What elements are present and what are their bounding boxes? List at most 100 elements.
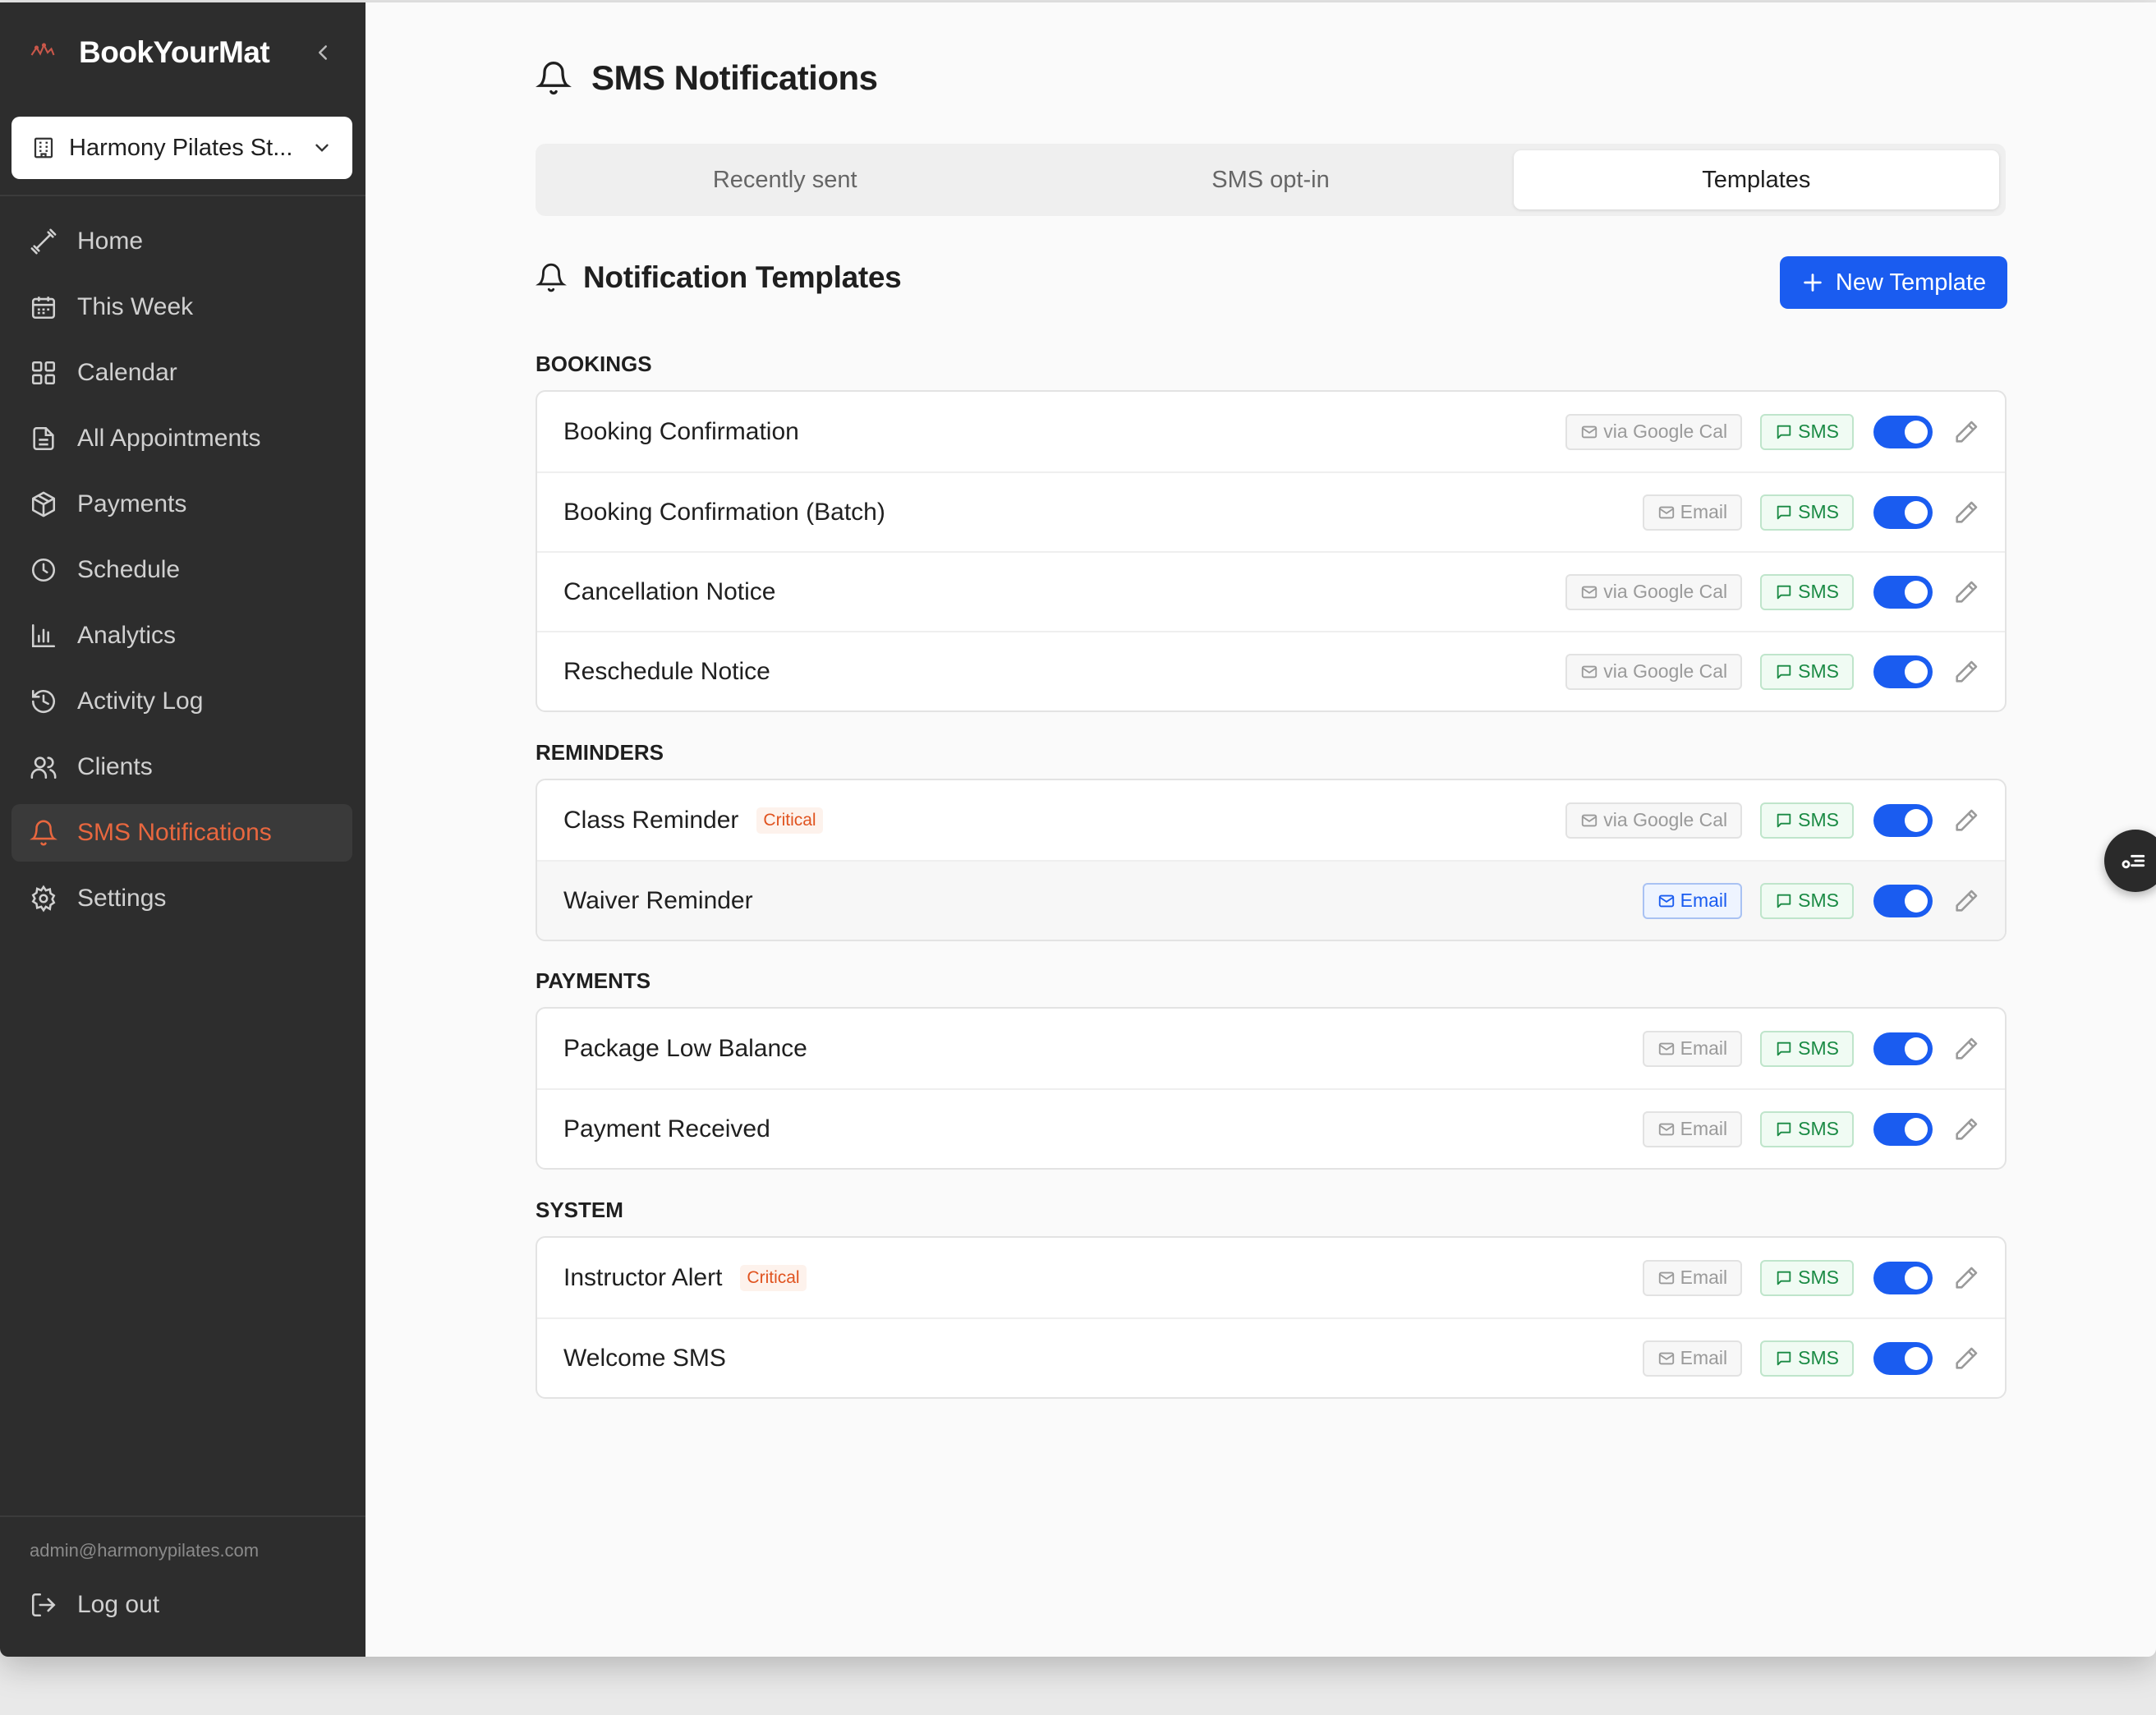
enabled-toggle[interactable] (1873, 803, 1933, 837)
template-card-payments: Package Low Balance Email SMS Payment Recei… (536, 1007, 2007, 1170)
sidebar-item-home[interactable]: Home (11, 213, 352, 270)
mail-icon (1658, 1123, 1674, 1135)
sms-channel-chip[interactable]: SMS (1760, 413, 1854, 450)
template-row[interactable]: Booking Confirmation (Batch) Email SMS (537, 471, 2005, 551)
email-channel-chip[interactable]: via Google Cal (1565, 653, 1743, 690)
mail-icon (1658, 1352, 1674, 1364)
sms-channel-chip[interactable]: SMS (1760, 1259, 1854, 1296)
sidebar-item-all-appointments[interactable]: All Appointments (11, 410, 352, 467)
sidebar: BookYourMat Harmony Pilates St... Home T… (0, 2, 365, 1657)
sms-channel-label: SMS (1798, 421, 1839, 442)
sms-channel-chip[interactable]: SMS (1760, 882, 1854, 919)
template-row[interactable]: Reschedule Notice via Google Cal SMS (537, 631, 2005, 710)
email-channel-label: via Google Cal (1603, 581, 1728, 602)
floating-action-button[interactable] (2104, 830, 2156, 892)
sidebar-item-activity-log[interactable]: Activity Log (11, 673, 352, 730)
message-icon (1777, 664, 1791, 678)
logout-button[interactable]: Log out (30, 1591, 159, 1619)
email-channel-chip[interactable]: Email (1642, 494, 1743, 531)
section-title-text: Notification Templates (583, 260, 902, 294)
edit-pencil-icon[interactable] (1952, 1115, 1980, 1143)
enabled-toggle[interactable] (1873, 655, 1933, 688)
group-label-bookings: BOOKINGS (536, 352, 652, 376)
tab-recently-sent[interactable]: Recently sent (542, 150, 1027, 209)
edit-pencil-icon[interactable] (1952, 418, 1980, 446)
sms-channel-chip[interactable]: SMS (1760, 1030, 1854, 1067)
message-icon (1777, 894, 1791, 908)
sms-channel-chip[interactable]: SMS (1760, 1340, 1854, 1377)
enabled-toggle[interactable] (1873, 495, 1933, 529)
email-channel-chip[interactable]: via Google Cal (1565, 413, 1743, 450)
edit-pencil-icon[interactable] (1952, 658, 1980, 686)
logo-icon (30, 43, 55, 56)
sms-channel-label: SMS (1798, 1118, 1839, 1139)
email-channel-label: Email (1680, 501, 1728, 522)
sms-channel-chip[interactable]: SMS (1760, 494, 1854, 531)
enabled-toggle[interactable] (1873, 575, 1933, 609)
template-row[interactable]: Package Low Balance Email SMS (537, 1009, 2005, 1088)
tab-bar: Recently sent SMS opt-in Templates (536, 144, 2006, 216)
user-email: admin@harmonypilates.com (30, 1540, 260, 1561)
email-channel-chip[interactable]: Email (1642, 1110, 1743, 1147)
edit-pencil-icon[interactable] (1952, 807, 1980, 835)
enabled-toggle[interactable] (1873, 1261, 1933, 1294)
sms-channel-chip[interactable]: SMS (1760, 802, 1854, 839)
tab-sms-opt-in[interactable]: SMS opt-in (1027, 150, 1513, 209)
enabled-toggle[interactable] (1873, 415, 1933, 448)
edit-pencil-icon[interactable] (1952, 578, 1980, 606)
tab-templates[interactable]: Templates (1513, 150, 1999, 209)
enabled-toggle[interactable] (1873, 1032, 1933, 1065)
sms-channel-chip[interactable]: SMS (1760, 573, 1854, 610)
message-icon (1777, 505, 1791, 519)
sidebar-item-label: All Appointments (77, 425, 261, 452)
edit-pencil-icon[interactable] (1952, 499, 1980, 526)
new-template-button[interactable]: New Template (1780, 256, 2007, 309)
email-channel-label: Email (1680, 1037, 1728, 1059)
sidebar-divider (0, 195, 365, 196)
bell-icon (536, 263, 567, 292)
template-row[interactable]: Class Reminder Critical via Google Cal SMS (537, 780, 2005, 860)
edit-pencil-icon[interactable] (1952, 1264, 1980, 1292)
template-name: Booking Confirmation (Batch) (563, 498, 885, 526)
toggle-list-icon (2122, 854, 2145, 869)
sidebar-item-schedule[interactable]: Schedule (11, 541, 352, 599)
sidebar-item-payments[interactable]: Payments (11, 476, 352, 533)
sms-channel-label: SMS (1798, 660, 1839, 682)
studio-selector[interactable]: Harmony Pilates St... (11, 117, 352, 179)
template-row[interactable]: Instructor Alert Critical Email SMS (537, 1238, 2005, 1317)
sidebar-item-sms-notifications[interactable]: SMS Notifications (11, 804, 352, 862)
template-row[interactable]: Cancellation Notice via Google Cal SMS (537, 551, 2005, 631)
sidebar-item-label: Payments (77, 490, 187, 517)
edit-pencil-icon[interactable] (1952, 1345, 1980, 1372)
edit-pencil-icon[interactable] (1952, 1035, 1980, 1063)
sidebar-item-analytics[interactable]: Analytics (11, 607, 352, 664)
sidebar-item-settings[interactable]: Settings (11, 870, 352, 927)
edit-pencil-icon[interactable] (1952, 887, 1980, 915)
email-channel-chip[interactable]: via Google Cal (1565, 573, 1743, 610)
email-channel-chip[interactable]: via Google Cal (1565, 802, 1743, 839)
template-name: Class Reminder (563, 806, 739, 834)
enabled-toggle[interactable] (1873, 1341, 1933, 1375)
sidebar-item-this-week[interactable]: This Week (11, 278, 352, 336)
sidebar-item-label: Calendar (77, 359, 177, 386)
template-row[interactable]: Booking Confirmation via Google Cal SMS (537, 392, 2005, 471)
sidebar-item-calendar[interactable]: Calendar (11, 344, 352, 402)
template-row[interactable]: Welcome SMS Email SMS (537, 1317, 2005, 1397)
email-channel-label: Email (1680, 1267, 1728, 1288)
sms-channel-chip[interactable]: SMS (1760, 653, 1854, 690)
sms-channel-chip[interactable]: SMS (1760, 1110, 1854, 1147)
enabled-toggle[interactable] (1873, 884, 1933, 917)
mail-icon (1658, 506, 1674, 518)
group-label-reminders: REMINDERS (536, 740, 664, 765)
collapse-sidebar-icon[interactable] (310, 40, 335, 65)
message-icon (1777, 813, 1791, 827)
email-channel-chip[interactable]: Email (1642, 1259, 1743, 1296)
template-row[interactable]: Waiver Reminder Email SMS (537, 860, 2005, 940)
sidebar-item-clients[interactable]: Clients (11, 738, 352, 796)
email-channel-chip[interactable]: Email (1642, 882, 1743, 919)
template-row[interactable]: Payment Received Email SMS (537, 1088, 2005, 1168)
email-channel-chip[interactable]: Email (1642, 1030, 1743, 1067)
email-channel-chip[interactable]: Email (1642, 1340, 1743, 1377)
row-actions: via Google Cal SMS (1547, 802, 1980, 839)
enabled-toggle[interactable] (1873, 1112, 1933, 1146)
